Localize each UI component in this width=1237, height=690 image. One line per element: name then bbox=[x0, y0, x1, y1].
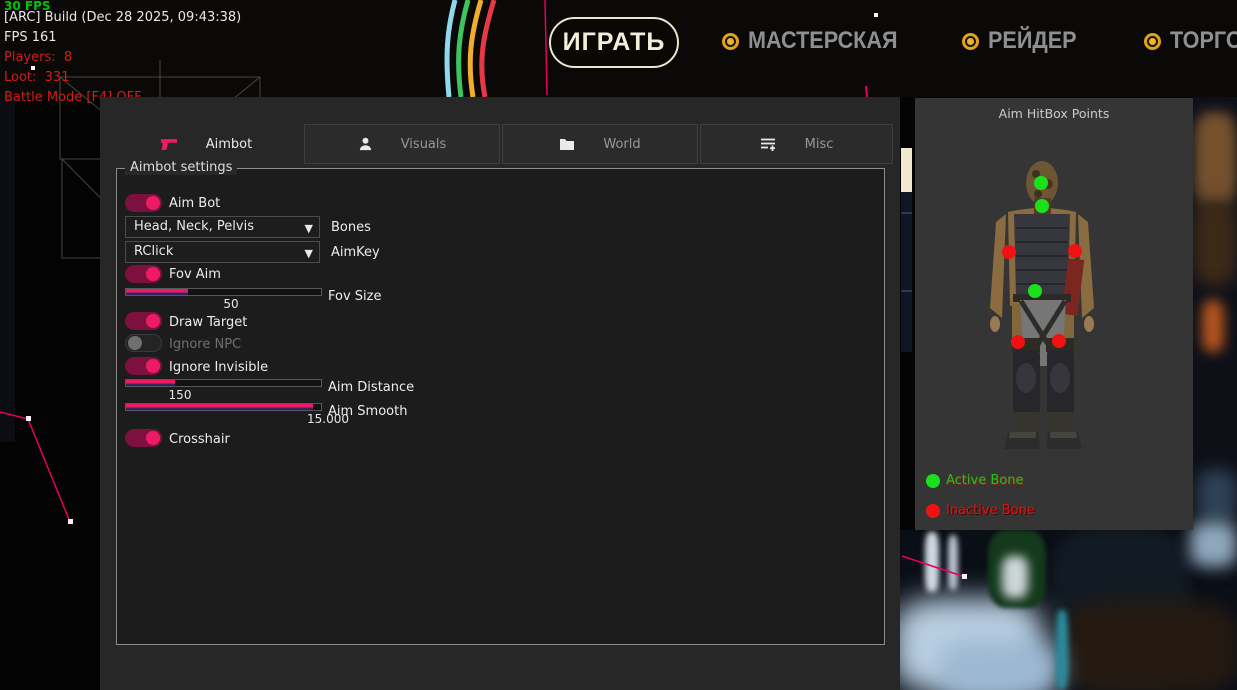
aim-smooth-slider[interactable] bbox=[125, 403, 322, 411]
draw-target-toggle[interactable] bbox=[125, 312, 162, 330]
bone-dot-right-thigh bbox=[1052, 334, 1066, 348]
aimbot-settings-group: Aimbot settings Aim Bot Head, Neck, Pelv… bbox=[116, 168, 885, 645]
coin-icon bbox=[962, 33, 979, 50]
aim-bot-toggle[interactable] bbox=[125, 194, 162, 212]
menu-item-trader[interactable]: ТОРГО bbox=[1144, 28, 1237, 54]
menu-item-raider[interactable]: РЕЙДЕР bbox=[962, 28, 1086, 54]
aim-distance-value: 150 bbox=[150, 388, 210, 402]
aimkey-select-value: RClick bbox=[134, 244, 173, 259]
hud-players: Players: 8 bbox=[4, 50, 72, 65]
toggle-knob bbox=[146, 431, 160, 445]
tab-label: Misc bbox=[805, 137, 834, 152]
tab-aimbot[interactable]: Aimbot bbox=[108, 124, 304, 164]
aim-smooth-label: Aim Smooth bbox=[328, 404, 407, 419]
aim-distance-label: Aim Distance bbox=[328, 380, 414, 395]
toggle-knob bbox=[146, 267, 160, 281]
tab-label: World bbox=[603, 137, 640, 152]
ignore-npc-toggle[interactable] bbox=[125, 334, 162, 352]
esp-node-marker bbox=[962, 574, 967, 579]
slider-fill bbox=[126, 404, 313, 410]
menu-item-label: ТОРГО bbox=[1170, 27, 1237, 55]
coin-icon bbox=[722, 33, 739, 50]
inactive-bone-dot-icon bbox=[926, 504, 940, 518]
sliders-icon bbox=[760, 137, 777, 152]
toggle-knob bbox=[146, 359, 160, 373]
aim-bot-label: Aim Bot bbox=[169, 196, 220, 211]
folder-icon bbox=[559, 137, 575, 151]
aimkey-label: AimKey bbox=[331, 245, 380, 260]
toggle-knob bbox=[146, 196, 160, 210]
fov-size-label: Fov Size bbox=[328, 289, 381, 304]
fov-aim-label: Fov Aim bbox=[169, 267, 221, 282]
tab-visuals[interactable]: Visuals bbox=[304, 124, 500, 164]
ignore-npc-label: Ignore NPC bbox=[169, 337, 241, 352]
tab-world[interactable]: World bbox=[502, 124, 698, 164]
hitbox-panel: Aim HitBox Points bbox=[915, 98, 1193, 530]
chevron-down-icon: ▼ bbox=[305, 219, 313, 239]
hitbox-panel-title: Aim HitBox Points bbox=[915, 106, 1193, 121]
bones-select[interactable]: Head, Neck, Pelvis ▼ bbox=[125, 216, 320, 238]
bone-dot-right-shoulder bbox=[1068, 244, 1082, 258]
cheat-panel: Aimbot Visuals World bbox=[100, 97, 900, 690]
aimkey-select[interactable]: RClick ▼ bbox=[125, 241, 320, 263]
bone-dot-left-shoulder bbox=[1002, 245, 1016, 259]
hud-fps: FPS 161 bbox=[4, 30, 57, 45]
game-screen: 30 FPS [ARC] Build (Dec 28 2025, 09:43:3… bbox=[0, 0, 1237, 690]
group-title: Aimbot settings bbox=[125, 160, 237, 175]
fov-size-slider[interactable] bbox=[125, 288, 322, 296]
tab-misc[interactable]: Misc bbox=[700, 124, 893, 164]
pistol-icon bbox=[160, 137, 178, 152]
toggle-knob bbox=[128, 336, 142, 350]
crosshair-label: Crosshair bbox=[169, 432, 230, 447]
coin-icon bbox=[1144, 33, 1161, 50]
ignore-invisible-label: Ignore Invisible bbox=[169, 360, 268, 375]
menu-item-workshop[interactable]: МАСТЕРСКАЯ bbox=[722, 28, 914, 54]
hud-loot: Loot: 331 bbox=[4, 70, 69, 85]
fov-aim-toggle[interactable] bbox=[125, 265, 162, 283]
person-icon bbox=[358, 136, 373, 152]
bones-select-value: Head, Neck, Pelvis bbox=[134, 219, 254, 234]
menu-item-label: МАСТЕРСКАЯ bbox=[748, 27, 897, 55]
bone-dot-neck bbox=[1035, 199, 1049, 213]
slider-fill bbox=[126, 289, 188, 295]
esp-node-marker bbox=[68, 519, 73, 524]
slider-fill bbox=[126, 380, 175, 386]
bone-dot-pelvis bbox=[1028, 284, 1042, 298]
esp-dot-marker bbox=[874, 13, 878, 17]
active-bone-dot-icon bbox=[926, 474, 940, 488]
tab-label: Visuals bbox=[401, 137, 447, 152]
aim-distance-slider[interactable] bbox=[125, 379, 322, 387]
hud-build-info: [ARC] Build (Dec 28 2025, 09:43:38) bbox=[4, 10, 241, 25]
fov-size-value: 50 bbox=[201, 297, 261, 311]
menu-item-label: РЕЙДЕР bbox=[988, 27, 1077, 55]
draw-target-label: Draw Target bbox=[169, 315, 247, 330]
bone-dot-head bbox=[1034, 176, 1048, 190]
legend-active-label: Active Bone bbox=[946, 473, 1023, 488]
bones-label: Bones bbox=[331, 220, 371, 235]
toggle-knob bbox=[146, 314, 160, 328]
crosshair-toggle[interactable] bbox=[125, 429, 162, 447]
legend-inactive-label: Inactive Bone bbox=[946, 503, 1035, 518]
play-button[interactable]: ИГРАТЬ bbox=[549, 17, 679, 68]
ignore-invisible-toggle[interactable] bbox=[125, 357, 162, 375]
tab-label: Aimbot bbox=[206, 137, 252, 152]
bone-dot-left-thigh bbox=[1011, 335, 1025, 349]
chevron-down-icon: ▼ bbox=[305, 244, 313, 264]
esp-node-marker bbox=[26, 416, 31, 421]
